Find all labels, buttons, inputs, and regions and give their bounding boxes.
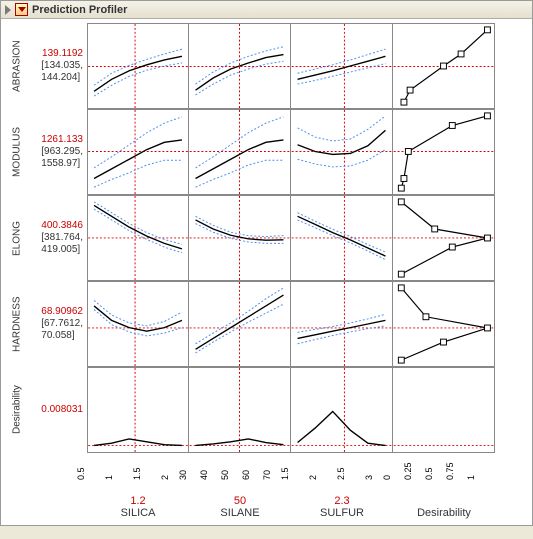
row-label: HARDNESS (3, 281, 31, 367)
profiler-cell[interactable] (189, 367, 291, 453)
row-label: MODULUS (3, 109, 31, 195)
row-values: 139.1192[134.035,144.204] (31, 23, 87, 109)
confidence-interval: [67.7612,70.058] (41, 318, 83, 342)
row-values: 1261.133[963.295,1558.97] (31, 109, 87, 195)
profiler-cell[interactable]: 200300400500600 (87, 195, 189, 281)
x-axis-label: 50SILANE (189, 495, 291, 521)
disclosure-icon[interactable] (5, 5, 11, 15)
factor-value: 2.3 (291, 495, 393, 507)
profiler-cell[interactable] (189, 109, 291, 195)
factor-value: 50 (189, 495, 291, 507)
x-ticks: 3040506070 (189, 453, 291, 495)
profiler-cell[interactable]: 6065707580 (87, 281, 189, 367)
profiler-cell[interactable] (291, 281, 393, 367)
profiler-cell[interactable] (291, 367, 393, 453)
row-label: ELONG (3, 195, 31, 281)
point-estimate: 139.1192 (42, 48, 83, 60)
point-estimate: 400.3846 (41, 220, 83, 232)
profiler-cell[interactable]: 500100015002000 (87, 109, 189, 195)
row-label: ABRASION (3, 23, 31, 109)
profiler-cell[interactable] (189, 281, 291, 367)
profiler-cell[interactable] (189, 23, 291, 109)
row-label: Desirability (3, 367, 31, 453)
factor-value: 1.2 (87, 495, 189, 507)
hotspot-icon[interactable] (15, 3, 28, 16)
x-axis-label: Desirability (393, 495, 495, 521)
prediction-profiler-panel: Prediction Profiler ABRASION139.1192[134… (0, 0, 533, 526)
point-estimate: 0.008031 (41, 404, 83, 416)
x-axis-label: 2.3SULFUR (291, 495, 393, 521)
confidence-interval: [381.764,419.005] (41, 232, 83, 256)
confidence-interval: [134.035,144.204] (41, 60, 83, 84)
x-ticks: 1.522.53 (291, 453, 393, 495)
x-ticks: 00.250.50.751 (393, 453, 495, 495)
profiler-cell[interactable] (393, 281, 495, 367)
confidence-interval: [963.295,1558.97] (41, 146, 83, 170)
point-estimate: 1261.133 (41, 134, 83, 146)
profiler-cell[interactable] (189, 195, 291, 281)
factor-name: SULFUR (291, 507, 393, 519)
factor-name: Desirability (393, 507, 495, 519)
profiler-cell[interactable] (291, 195, 393, 281)
profiler-cell[interactable]: 80100120140160180200 (87, 23, 189, 109)
profiler-cell[interactable] (393, 109, 495, 195)
factor-name: SILICA (87, 507, 189, 519)
panel-title: Prediction Profiler (32, 4, 127, 16)
row-values: 400.3846[381.764,419.005] (31, 195, 87, 281)
row-values: 0.008031 (31, 367, 87, 453)
profiler-cell[interactable]: 00.51 (87, 367, 189, 453)
factor-name: SILANE (189, 507, 291, 519)
point-estimate: 68.90962 (41, 306, 83, 318)
row-values: 68.90962[67.7612,70.058] (31, 281, 87, 367)
profiler-cell[interactable] (291, 23, 393, 109)
x-ticks: 0.511.52 (87, 453, 189, 495)
profiler-cell[interactable] (393, 195, 495, 281)
profiler-cell[interactable] (291, 109, 393, 195)
x-axis-label: 1.2SILICA (87, 495, 189, 521)
panel-titlebar[interactable]: Prediction Profiler (1, 1, 532, 19)
profiler-cell[interactable] (393, 23, 495, 109)
profiler-grid: ABRASION139.1192[134.035,144.204]8010012… (1, 19, 532, 525)
profiler-cell[interactable] (393, 367, 495, 453)
